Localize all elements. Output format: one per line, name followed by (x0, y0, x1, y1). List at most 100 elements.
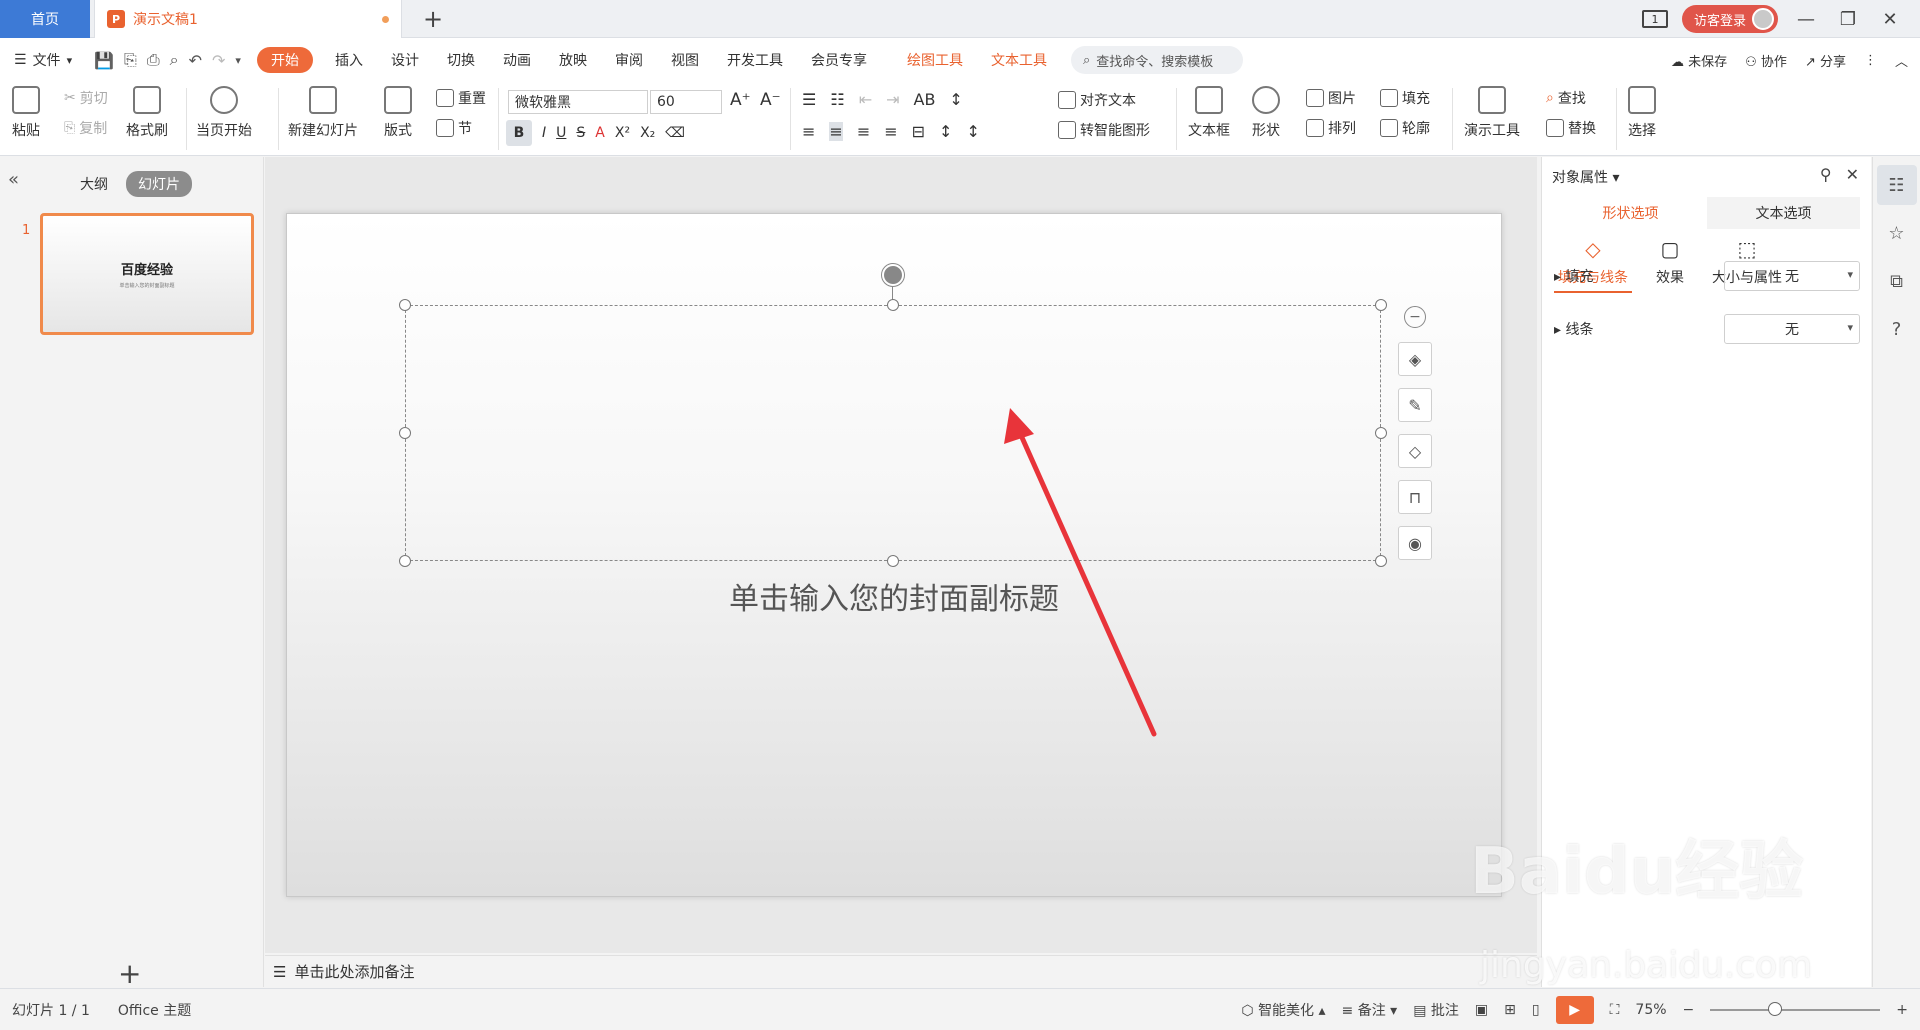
line-expander[interactable]: ▸ 线条 (1554, 319, 1593, 339)
resize-handle-nw[interactable] (399, 299, 411, 311)
copy-button[interactable]: ⎘ 复制 (64, 118, 107, 138)
increase-indent-icon[interactable]: ⇥ (886, 90, 899, 109)
decrease-indent-icon[interactable]: ⇤ (859, 90, 872, 109)
share-button[interactable]: ↗ 分享 (1805, 51, 1846, 70)
resize-handle-sw[interactable] (399, 555, 411, 567)
find-button[interactable]: ⌕ 查找 (1546, 88, 1586, 108)
fill-bucket-icon[interactable]: ◇ (1398, 434, 1432, 468)
arrange-button[interactable]: 排列 (1306, 118, 1356, 138)
zoom-in-icon[interactable]: + (1896, 1002, 1908, 1018)
tab-animation[interactable]: 动画 (489, 38, 545, 82)
undo-icon[interactable]: ↶ (189, 51, 202, 70)
paragraph-spacing-icon[interactable]: ↕ (966, 122, 979, 141)
font-name-select[interactable]: 微软雅黑 (508, 90, 648, 114)
help-icon[interactable]: ? (1877, 309, 1917, 349)
save-icon[interactable]: 💾 (94, 51, 114, 70)
slideshow-play-icon[interactable]: ▶ (1555, 996, 1594, 1024)
bold-button[interactable]: B (506, 120, 532, 146)
font-size-select[interactable]: 60 (650, 90, 722, 114)
resize-handle-s[interactable] (887, 555, 899, 567)
numbered-list-icon[interactable]: ☷ (830, 90, 844, 109)
layout-button[interactable]: 版式 (384, 86, 412, 140)
comments-toggle[interactable]: ▤ 批注 (1413, 1000, 1459, 1020)
shape-button[interactable]: 形状 (1252, 86, 1280, 140)
fill-expander[interactable]: ▸ 填充 (1554, 266, 1593, 286)
close-button[interactable]: ✕ (1876, 5, 1904, 33)
tab-drawing-tools[interactable]: 绘图工具 (893, 38, 977, 82)
collapse-toolbar-icon[interactable]: − (1404, 306, 1426, 328)
line-spacing-icon[interactable]: ↕ (939, 122, 952, 141)
section-button[interactable]: 节 (436, 118, 472, 138)
minimize-button[interactable]: — (1792, 5, 1820, 33)
outline-button[interactable]: 轮廓 (1380, 118, 1430, 138)
layers-icon[interactable]: ◈ (1398, 342, 1432, 376)
restore-button[interactable]: ❐ (1834, 5, 1862, 33)
line-select[interactable]: 无 (1724, 314, 1860, 344)
collapse-panel-icon[interactable]: « (8, 169, 19, 190)
fit-window-icon[interactable]: ⛶ (1610, 1002, 1620, 1018)
subscript-button[interactable]: X₂ (640, 125, 655, 141)
window-count-icon[interactable]: 1 (1641, 10, 1668, 28)
pen-icon[interactable]: ✎ (1398, 388, 1432, 422)
add-slide-button[interactable]: + (118, 957, 141, 990)
resize-handle-se[interactable] (1375, 555, 1387, 567)
tab-shape-options[interactable]: 形状选项 (1554, 197, 1707, 229)
resize-handle-e[interactable] (1375, 427, 1387, 439)
properties-icon[interactable]: ☷ (1876, 165, 1917, 205)
tab-view[interactable]: 视图 (657, 38, 713, 82)
fill-button[interactable]: 填充 (1380, 88, 1430, 108)
text-direction-icon[interactable]: ↕ (949, 90, 962, 109)
tab-text-options[interactable]: 文本选项 (1707, 197, 1860, 229)
smartart-button[interactable]: 转智能图形 (1058, 120, 1150, 140)
print-icon[interactable]: ⎙ (147, 50, 160, 70)
resize-handle-n[interactable] (887, 299, 899, 311)
slide-thumbnail[interactable]: 百度经验 单击输入您的封面副标题 (40, 213, 254, 335)
char-spacing-icon[interactable]: AB (914, 90, 936, 109)
resize-handle-ne[interactable] (1375, 299, 1387, 311)
pin-icon[interactable]: ⚲ (1820, 165, 1832, 184)
tab-slideshow[interactable]: 放映 (545, 38, 601, 82)
tab-developer[interactable]: 开发工具 (713, 38, 797, 82)
textbox-button[interactable]: 文本框 (1188, 86, 1230, 140)
tab-start[interactable]: 开始 (256, 47, 313, 73)
tab-member[interactable]: 会员专享 (797, 38, 881, 82)
zoom-slider[interactable] (1710, 1002, 1881, 1016)
align-center-icon[interactable]: ≡ (829, 122, 843, 141)
distribute-icon[interactable]: ⊟ (912, 122, 925, 141)
sorter-view-icon[interactable]: ⊞ (1504, 1002, 1516, 1018)
format-painter-button[interactable]: 格式刷 (126, 86, 168, 140)
collapse-ribbon-icon[interactable]: ︿ (1895, 51, 1908, 70)
reading-view-icon[interactable]: ▯ (1532, 1002, 1540, 1018)
customize-icon[interactable]: ▾ (235, 54, 241, 67)
picture-button[interactable]: 图片 (1306, 88, 1356, 108)
theme-name[interactable]: Office 主题 (118, 1000, 191, 1020)
reset-button[interactable]: 重置 (436, 88, 486, 108)
paste-button[interactable]: 粘贴 (12, 86, 40, 140)
guest-login-button[interactable]: 访客登录 (1681, 5, 1778, 33)
unsaved-status[interactable]: ☁ 未保存 (1671, 51, 1727, 70)
notes-bar[interactable]: ☰ 单击此处添加备注 (265, 955, 1537, 987)
more-icon[interactable]: ⋮ (1864, 53, 1877, 68)
new-tab-button[interactable]: + (420, 5, 446, 33)
tab-review[interactable]: 审阅 (601, 38, 657, 82)
panel-title[interactable]: 对象属性 ▾ (1552, 167, 1619, 187)
notes-toggle[interactable]: ≡ 备注 ▾ (1342, 1000, 1398, 1020)
tab-slides[interactable]: 幻灯片 (126, 171, 192, 197)
zoom-knob[interactable] (1768, 1002, 1783, 1016)
tab-text-tools[interactable]: 文本工具 (977, 38, 1061, 82)
eraser-icon[interactable]: ⌫ (665, 125, 685, 141)
preview-icon[interactable]: ⌕ (170, 50, 179, 70)
zoom-level[interactable]: 75% (1635, 1002, 1666, 1018)
fill-select[interactable]: 无 (1724, 261, 1860, 291)
align-right-icon[interactable]: ≡ (857, 122, 870, 141)
resize-handle-w[interactable] (399, 427, 411, 439)
star-icon[interactable]: ☆ (1877, 213, 1917, 253)
play-current-button[interactable]: 当页开始 (196, 86, 252, 140)
zoom-out-icon[interactable]: − (1683, 1002, 1695, 1018)
underline-button[interactable]: U (556, 125, 566, 141)
beautify-button[interactable]: ⬡ 智能美化 ▴ (1241, 1000, 1325, 1020)
tab-design[interactable]: 设计 (377, 38, 433, 82)
shrink-font-button[interactable]: A⁻ (760, 90, 781, 110)
title-textbox[interactable] (405, 305, 1381, 561)
cut-button[interactable]: ✂ 剪切 (64, 88, 108, 108)
